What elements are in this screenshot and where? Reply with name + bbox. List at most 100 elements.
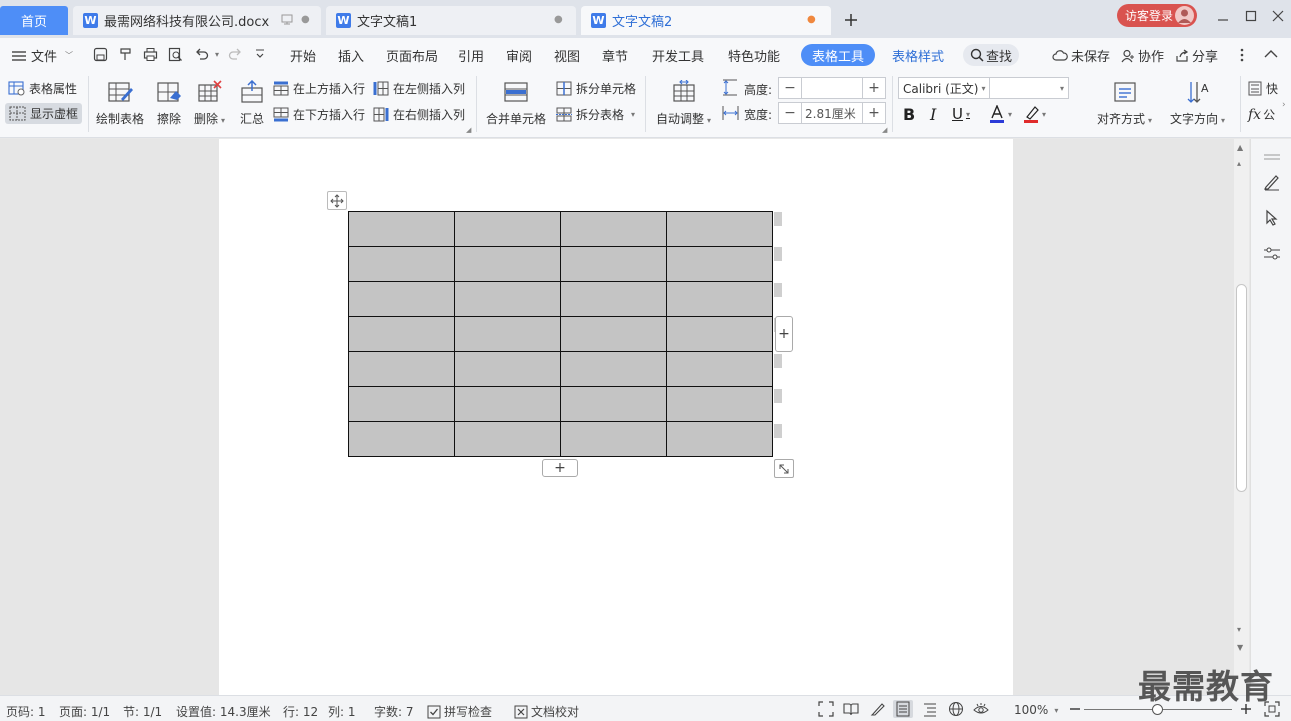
file-menu[interactable]: 文件 ﹀ [12, 46, 73, 65]
scrollbar-thumb[interactable] [1236, 284, 1247, 492]
row-height-spinner[interactable]: − + [778, 77, 886, 99]
table-cell[interactable] [348, 386, 455, 422]
tab-document-2[interactable]: W 文字文稿1 ● [326, 6, 576, 35]
menu-insert[interactable]: 插入 [338, 46, 364, 65]
ribbon-scroll-right-icon[interactable]: › [1282, 100, 1286, 110]
split-table-button[interactable]: 拆分表格 ▾ [556, 106, 635, 123]
sidebar-handle-icon[interactable] [1262, 147, 1282, 167]
fullscreen-icon[interactable] [817, 700, 835, 718]
monitor-icon[interactable] [281, 14, 293, 25]
write-mode-icon[interactable] [869, 700, 887, 718]
minimize-icon[interactable] [1213, 6, 1233, 26]
table-cell[interactable] [560, 316, 667, 352]
table-cell[interactable] [560, 281, 667, 317]
outline-view-icon[interactable] [921, 700, 939, 718]
status-word-count[interactable]: 字数: 7 [374, 703, 414, 720]
customize-toolbar-icon[interactable] [255, 48, 265, 60]
dialog-launcher-icon[interactable]: ◢ [882, 126, 887, 134]
tab-document-1[interactable]: W 最需网络科技有限公司.docx ● [73, 6, 321, 35]
table-cell[interactable] [666, 281, 773, 317]
doc-proofread-button[interactable]: 文档校对 [514, 703, 579, 720]
table-cell[interactable] [454, 246, 561, 282]
table-cell[interactable] [348, 351, 455, 387]
document-page[interactable]: + + [219, 139, 1013, 695]
quick-calc-button[interactable]: 快 [1248, 80, 1278, 97]
column-width-input[interactable]: 2.81厘米 [801, 103, 863, 123]
menu-special-features[interactable]: 特色功能 [728, 46, 780, 65]
dialog-launcher-icon[interactable]: ◢ [466, 126, 471, 134]
tab-close-dot-icon[interactable]: ● [554, 14, 563, 25]
draw-table-button[interactable]: 绘制表格 [96, 78, 144, 127]
close-icon[interactable] [1268, 6, 1288, 26]
menu-table-style[interactable]: 表格样式 [892, 46, 944, 65]
collapse-ribbon-icon[interactable] [1264, 49, 1278, 59]
alignment-button[interactable]: 对齐方式 ▾ [1097, 78, 1152, 127]
menu-start[interactable]: 开始 [290, 46, 316, 65]
status-pages[interactable]: 页面: 1/1 [59, 703, 110, 720]
reading-mode-icon[interactable] [842, 700, 860, 718]
new-tab-plus-icon[interactable] [842, 11, 860, 29]
scroll-up-icon[interactable]: ▲ [1237, 143, 1243, 152]
eye-protection-icon[interactable] [972, 700, 990, 718]
table-cell[interactable] [454, 421, 561, 457]
column-width-spinner[interactable]: − 2.81厘米 + [778, 102, 886, 124]
next-page-icon[interactable]: ▾ [1237, 625, 1241, 634]
table-cell[interactable] [666, 246, 773, 282]
guest-login-button[interactable]: 访客登录 [1117, 4, 1197, 27]
menu-review[interactable]: 审阅 [506, 46, 532, 65]
add-column-button[interactable]: + [775, 316, 793, 352]
decrease-height-icon[interactable]: − [779, 78, 801, 98]
zoom-out-icon[interactable] [1066, 700, 1084, 718]
table-cell[interactable] [666, 421, 773, 457]
menu-page-layout[interactable]: 页面布局 [386, 46, 438, 65]
spell-check-button[interactable]: 拼写检查 [427, 703, 492, 720]
increase-height-icon[interactable]: + [863, 78, 885, 98]
table-cell[interactable] [348, 421, 455, 457]
search-button[interactable]: 查找 [963, 44, 1019, 66]
table-cell[interactable] [560, 421, 667, 457]
table-cell[interactable] [666, 211, 773, 247]
table-cell[interactable] [348, 246, 455, 282]
status-page-number[interactable]: 页码: 1 [6, 703, 46, 720]
table-cell[interactable] [454, 281, 561, 317]
table-cell[interactable] [348, 211, 455, 247]
tab-close-dot-icon[interactable]: ● [301, 14, 310, 25]
status-section[interactable]: 节: 1/1 [123, 703, 162, 720]
table-cell[interactable] [348, 281, 455, 317]
font-name-select[interactable]: Calibri (正文) ▾ [898, 77, 990, 99]
table-cell[interactable] [454, 386, 561, 422]
text-direction-button[interactable]: A 文字方向 ▾ [1170, 78, 1225, 127]
menu-developer-tools[interactable]: 开发工具 [652, 46, 704, 65]
print-preview-icon[interactable] [168, 47, 183, 62]
merge-cells-button[interactable]: 合并单元格 [486, 78, 546, 127]
web-view-icon[interactable] [947, 700, 965, 718]
edit-pen-icon[interactable] [1262, 172, 1282, 192]
save-icon[interactable] [93, 47, 108, 62]
italic-button[interactable]: I [930, 105, 936, 124]
zoom-level-select[interactable]: 100% ▾ [1014, 703, 1058, 717]
menu-references[interactable]: 引用 [458, 46, 484, 65]
summary-button[interactable]: 汇总 [238, 78, 266, 127]
unsaved-status[interactable]: 未保存 [1052, 46, 1110, 65]
document-table[interactable] [348, 211, 773, 457]
table-cell[interactable] [666, 316, 773, 352]
undo-icon[interactable] [194, 47, 209, 62]
underline-button[interactable]: U ▾ [952, 105, 970, 123]
menu-chapter[interactable]: 章节 [602, 46, 628, 65]
table-cell[interactable] [666, 386, 773, 422]
print-icon[interactable] [143, 47, 158, 62]
maximize-icon[interactable] [1241, 6, 1261, 26]
vertical-scrollbar[interactable]: ▲ ▴ ▾ ▼ [1234, 139, 1249, 695]
format-painter-icon[interactable] [118, 47, 133, 62]
undo-dropdown-icon[interactable]: ▾ [215, 50, 219, 59]
unsaved-dot-icon[interactable]: ● [807, 14, 816, 25]
erase-button[interactable]: 擦除 [155, 78, 183, 127]
redo-icon[interactable] [228, 47, 243, 62]
resize-table-icon[interactable] [774, 459, 794, 478]
row-height-input[interactable] [801, 78, 863, 98]
table-cell[interactable] [454, 316, 561, 352]
increase-width-icon[interactable]: + [863, 103, 885, 123]
highlight-button[interactable]: ▾ [1023, 105, 1046, 123]
delete-button[interactable]: 删除 ▾ [194, 78, 225, 127]
table-cell[interactable] [560, 386, 667, 422]
